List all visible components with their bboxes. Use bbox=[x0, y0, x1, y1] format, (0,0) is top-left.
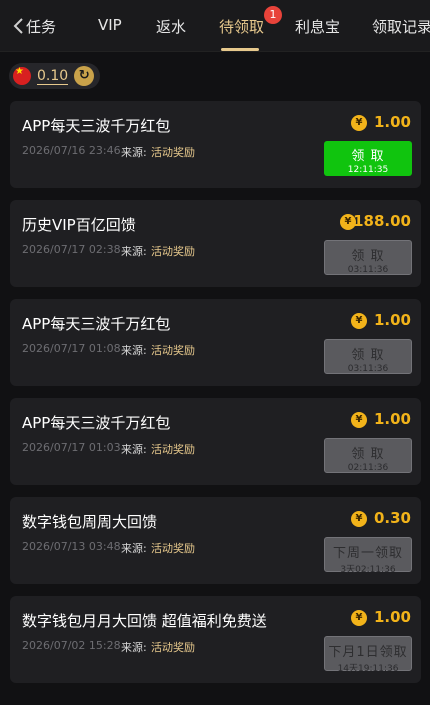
source-label: 来源: bbox=[121, 443, 147, 456]
refresh-icon[interactable]: ↻ bbox=[74, 66, 95, 86]
tab-vip[interactable]: VIP bbox=[98, 16, 122, 34]
yuan-coin-icon: ¥ bbox=[351, 610, 367, 626]
claim-button-label: 下周一领取 bbox=[332, 546, 403, 561]
claim-timer: 03:11:36 bbox=[347, 364, 389, 374]
tab-rebate[interactable]: 返水 bbox=[156, 16, 186, 37]
reward-title: 数字钱包周周大回馈 bbox=[22, 513, 158, 531]
reward-title: APP每天三波千万红包 bbox=[22, 315, 171, 333]
source-label: 来源: bbox=[121, 344, 147, 357]
reward-date: 2026/07/13 03:48 bbox=[22, 540, 121, 553]
reward-card: APP每天三波千万红包 2026/07/16 23:46 来源: 活动奖励 ¥ … bbox=[10, 101, 421, 188]
reward-date: 2026/07/17 01:03 bbox=[22, 441, 121, 454]
reward-card: APP每天三波千万红包 2026/07/17 01:08 来源: 活动奖励 ¥ … bbox=[10, 299, 421, 386]
source-label: 来源: bbox=[121, 146, 147, 159]
reward-title: APP每天三波千万红包 bbox=[22, 117, 171, 135]
reward-date: 2026/07/17 01:08 bbox=[22, 342, 121, 355]
reward-card: 数字钱包月月大回馈 超值福利免费送 2026/07/02 15:28 来源: 活… bbox=[10, 596, 421, 683]
reward-amount: 1.00 bbox=[373, 311, 411, 329]
reward-date: 2026/07/02 15:28 bbox=[22, 639, 121, 652]
tab-claim-records[interactable]: 领取记录 bbox=[372, 16, 430, 37]
reward-amount: 0.30 bbox=[373, 509, 411, 527]
claim-timer: 03:11:36 bbox=[347, 265, 389, 275]
claim-button-disabled[interactable]: 领 取 03:11:36 bbox=[324, 339, 412, 374]
source-label: 来源: bbox=[121, 542, 147, 555]
balance-value: 0.10 bbox=[37, 67, 69, 85]
source-label: 来源: bbox=[121, 641, 147, 654]
claim-button-label: 领 取 bbox=[351, 447, 385, 462]
reward-title: APP每天三波千万红包 bbox=[22, 414, 171, 432]
claim-button-label: 领 取 bbox=[351, 348, 385, 363]
yuan-coin-icon: ¥ bbox=[351, 115, 367, 131]
reward-amount: 1.00 bbox=[373, 608, 411, 626]
claim-button-disabled[interactable]: 领 取 03:11:36 bbox=[324, 240, 412, 275]
balance-pill: 0.10 ↻ bbox=[9, 63, 101, 89]
claim-button-label: 领 取 bbox=[351, 149, 385, 164]
reward-title: 数字钱包月月大回馈 超值福利免费送 bbox=[22, 612, 267, 630]
reward-card: APP每天三波千万红包 2026/07/17 01:03 来源: 活动奖励 ¥ … bbox=[10, 398, 421, 485]
reward-amount: 1.00 bbox=[373, 410, 411, 428]
pending-count-badge: 1 bbox=[264, 6, 282, 24]
reward-card: 数字钱包周周大回馈 2026/07/13 03:48 来源: 活动奖励 ¥ 0.… bbox=[10, 497, 421, 584]
claim-button[interactable]: 领 取 12:11:35 bbox=[324, 141, 412, 176]
reward-source: 活动奖励 bbox=[151, 245, 195, 258]
active-tab-indicator bbox=[221, 48, 259, 51]
claim-button-label: 下月1日领取 bbox=[328, 645, 408, 660]
tab-tasks[interactable]: 任务 bbox=[26, 16, 56, 37]
claim-button-disabled[interactable]: 领 取 02:11:36 bbox=[324, 438, 412, 473]
top-tab-bar: 任务 VIP 返水 待领取 1 利息宝 领取记录 bbox=[0, 0, 430, 52]
yuan-coin-icon: ¥ bbox=[351, 511, 367, 527]
reward-source: 活动奖励 bbox=[151, 443, 195, 456]
reward-source: 活动奖励 bbox=[151, 641, 195, 654]
reward-source: 活动奖励 bbox=[151, 146, 195, 159]
reward-card: 历史VIP百亿回馈 2026/07/17 02:38 来源: 活动奖励 ¥ 18… bbox=[10, 200, 421, 287]
reward-source: 活动奖励 bbox=[151, 542, 195, 555]
reward-title: 历史VIP百亿回馈 bbox=[22, 216, 136, 234]
tab-pending-claim[interactable]: 待领取 bbox=[219, 16, 264, 37]
reward-amount: 188.00 bbox=[353, 212, 411, 230]
claim-timer: 12:11:35 bbox=[347, 165, 389, 175]
tab-interest[interactable]: 利息宝 bbox=[295, 16, 340, 37]
china-flag-icon bbox=[13, 67, 31, 85]
reward-amount: 1.00 bbox=[373, 113, 411, 131]
source-label: 来源: bbox=[121, 245, 147, 258]
reward-date: 2026/07/17 02:38 bbox=[22, 243, 121, 256]
claim-timer: 02:11:36 bbox=[347, 463, 389, 473]
claim-button-label: 领 取 bbox=[351, 249, 385, 264]
claim-button-disabled[interactable]: 下月1日领取 14天19:11:36 bbox=[324, 636, 412, 674]
claim-timer: 14天19:11:36 bbox=[337, 664, 399, 674]
reward-source: 活动奖励 bbox=[151, 344, 195, 357]
reward-date: 2026/07/16 23:46 bbox=[22, 144, 121, 157]
yuan-coin-icon: ¥ bbox=[351, 313, 367, 329]
yuan-coin-icon: ¥ bbox=[351, 412, 367, 428]
claim-timer: 3天02:11:36 bbox=[340, 565, 396, 575]
claim-button-disabled[interactable]: 下周一领取 3天02:11:36 bbox=[324, 537, 412, 575]
